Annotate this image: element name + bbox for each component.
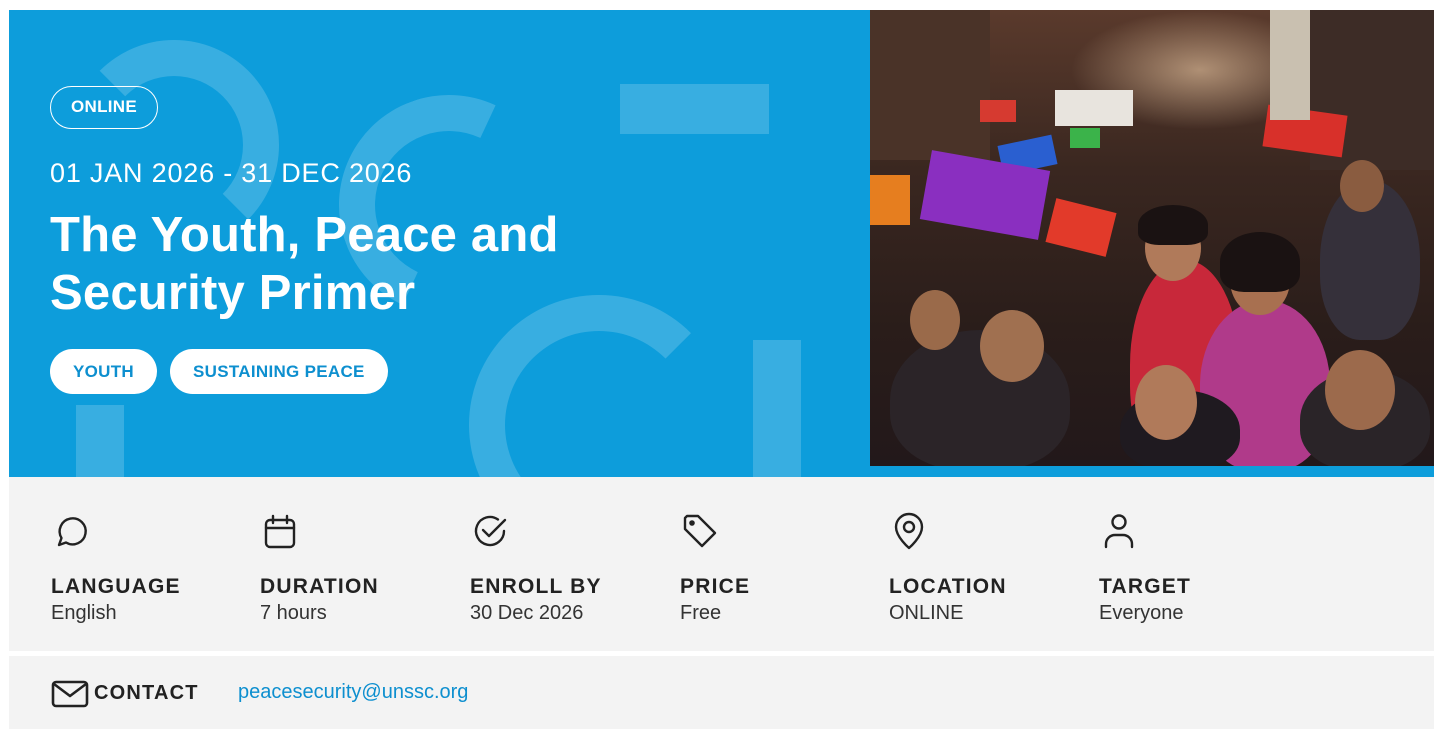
detail-value: Everyone — [1099, 602, 1184, 624]
marcher-face — [910, 290, 960, 350]
marcher-face — [1325, 350, 1395, 430]
decorative-bar — [76, 405, 124, 477]
detail-label: DURATION — [260, 575, 379, 598]
detail-label: PRICE — [680, 575, 751, 598]
detail-language: LANGUAGE English — [51, 511, 181, 625]
check-circle-icon — [474, 515, 507, 547]
contact-label: CONTACT — [94, 682, 199, 704]
contact-email-link[interactable]: peacesecurity@unssc.org — [238, 681, 468, 704]
marcher-face — [1135, 365, 1197, 440]
building — [870, 10, 990, 160]
decorative-arc — [469, 295, 729, 477]
topic-tags: YOUTH SUSTAINING PEACE — [50, 349, 388, 394]
hero-accent-strip — [870, 466, 1434, 477]
detail-enroll-by: ENROLL BY 30 Dec 2026 — [470, 511, 602, 625]
tag-youth[interactable]: YOUTH — [50, 349, 157, 394]
envelope-icon — [51, 680, 89, 708]
detail-value: Free — [680, 602, 722, 624]
course-dates: 01 JAN 2026 - 31 DEC 2026 — [50, 158, 413, 188]
marcher-hair — [1220, 232, 1300, 292]
price-tag-icon — [683, 514, 717, 548]
flag — [1270, 10, 1310, 120]
course-details: LANGUAGE English DURATION 7 hours ENROLL… — [9, 477, 1434, 651]
marcher-hair — [1138, 205, 1208, 245]
detail-value: ONLINE — [889, 602, 964, 624]
detail-target: TARGET Everyone — [1099, 511, 1191, 625]
protest-sign — [870, 175, 910, 225]
course-hero: ONLINE 01 JAN 2026 - 31 DEC 2026 The You… — [9, 10, 1434, 477]
detail-location: LOCATION ONLINE — [889, 511, 1007, 625]
hero-photo-crowd-march — [870, 10, 1434, 466]
protest-sign — [1045, 198, 1117, 257]
detail-value: 7 hours — [260, 602, 327, 624]
detail-value: 30 Dec 2026 — [470, 602, 584, 624]
detail-duration: DURATION 7 hours — [260, 511, 379, 625]
tag-sustaining-peace[interactable]: SUSTAINING PEACE — [170, 349, 388, 394]
detail-label: LANGUAGE — [51, 575, 181, 598]
protest-sign — [1070, 128, 1100, 148]
detail-label: LOCATION — [889, 575, 1007, 598]
contact-section: CONTACT peacesecurity@unssc.org — [9, 656, 1434, 729]
protest-sign — [980, 100, 1016, 122]
delivery-mode-badge: ONLINE — [50, 86, 159, 129]
detail-price: PRICE Free — [680, 511, 750, 625]
decorative-rect — [620, 84, 769, 134]
detail-label: TARGET — [1099, 575, 1191, 598]
marcher-face — [1340, 160, 1384, 212]
marcher-face — [980, 310, 1044, 382]
chat-bubble-icon — [57, 517, 87, 547]
location-pin-icon — [894, 512, 924, 550]
page-title: The Youth, Peace and Security Primer — [50, 208, 559, 320]
decorative-bar — [753, 340, 801, 477]
person-icon — [1104, 514, 1134, 549]
calendar-icon — [264, 514, 296, 549]
detail-value: English — [51, 602, 117, 624]
detail-label: ENROLL BY — [470, 575, 602, 598]
protest-sign — [1055, 90, 1133, 126]
hero-banner: ONLINE 01 JAN 2026 - 31 DEC 2026 The You… — [9, 10, 870, 477]
